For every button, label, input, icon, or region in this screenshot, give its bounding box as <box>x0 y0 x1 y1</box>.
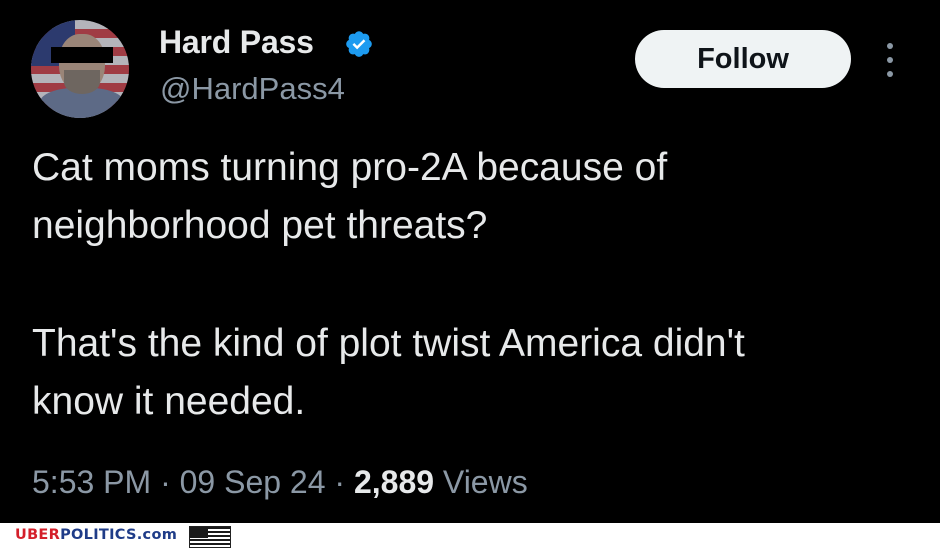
follow-button[interactable]: Follow <box>635 30 851 88</box>
tweet-meta: 5:53 PM · 09 Sep 24 · 2,889 Views <box>32 464 528 501</box>
avatar-censor-bar <box>51 47 113 63</box>
watermark-footer: UBERPOLITICS.com <box>0 523 940 549</box>
more-dot <box>887 43 893 49</box>
more-dot <box>887 71 893 77</box>
flag-canton <box>190 527 208 538</box>
views-label: Views <box>442 464 528 500</box>
verified-badge-icon <box>346 31 372 57</box>
author-name[interactable]: Hard Pass <box>159 24 314 61</box>
author-handle[interactable]: @HardPass4 <box>160 71 345 107</box>
tweet-text-line: That's the kind of plot twist America di… <box>32 322 745 365</box>
tweet-date[interactable]: 09 Sep 24 <box>180 464 326 500</box>
more-dot <box>887 57 893 63</box>
us-flag-icon <box>189 526 231 548</box>
avatar[interactable] <box>31 20 129 118</box>
views-count: 2,889 <box>353 464 435 500</box>
meta-separator: · <box>334 464 354 500</box>
tweet-text-line: neighborhood pet threats? <box>32 204 488 247</box>
tweet-text-paragraph-2: That's the kind of plot twist America di… <box>32 315 912 431</box>
avatar-beard <box>64 70 100 94</box>
tweet-time[interactable]: 5:53 PM <box>32 464 151 500</box>
tweet-card: Hard Pass @HardPass4 Follow Cat moms tur… <box>0 0 940 523</box>
brand-part-1: UBER <box>15 527 61 543</box>
more-options-icon[interactable] <box>880 43 900 77</box>
tweet-text-paragraph-1: Cat moms turning pro-2A because of neigh… <box>32 139 912 255</box>
brand-part-2: POLITICS.com <box>60 527 178 543</box>
meta-separator: · <box>160 464 180 500</box>
tweet-text-line: know it needed. <box>32 380 306 423</box>
brand-logo: UBERPOLITICS.com <box>15 527 177 543</box>
tweet-text-line: Cat moms turning pro-2A because of <box>32 146 668 189</box>
